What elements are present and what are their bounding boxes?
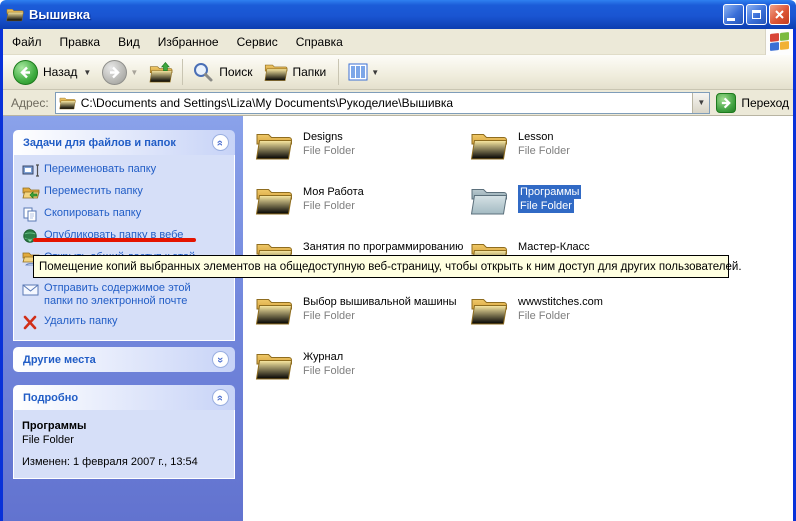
folder-item-zhurnal[interactable]: ЖурналFile Folder: [255, 350, 355, 381]
copy-folder-icon: [22, 207, 40, 222]
folder-item-programmy-selected[interactable]: ПрограммыFile Folder: [470, 185, 581, 216]
window-folder-icon: [6, 7, 24, 22]
menu-file[interactable]: Файл: [3, 31, 51, 53]
close-button[interactable]: [769, 4, 790, 25]
folder-item-designs[interactable]: DesignsFile Folder: [255, 130, 355, 161]
window-border-left: [0, 29, 3, 521]
task-copy-folder[interactable]: Скопировать папку: [22, 207, 228, 222]
file-tasks-panel: Задачи для файлов и папок » Переименоват…: [13, 130, 235, 341]
address-input[interactable]: C:\Documents and Settings\Liza\My Docume…: [55, 92, 711, 114]
delete-icon: [22, 315, 40, 330]
folder-icon: [470, 130, 508, 161]
standard-toolbar: Назад ▼ ▼ Поиск: [3, 55, 793, 90]
address-bar: Адрес: C:\Documents and Settings\Liza\My…: [3, 90, 793, 116]
menu-view[interactable]: Вид: [109, 31, 149, 53]
folder-item-wwwstitches[interactable]: wwwstitches.comFile Folder: [470, 295, 603, 326]
menu-tools[interactable]: Сервис: [228, 31, 287, 53]
task-move-folder[interactable]: Переместить папку: [22, 185, 228, 200]
menu-edit[interactable]: Правка: [51, 31, 110, 53]
explorer-window: Вышивка Файл Правка Вид Избранное Сервис…: [0, 0, 796, 521]
search-label: Поиск: [219, 65, 252, 79]
task-email-folder[interactable]: Отправить содержимое этой папки по элект…: [22, 282, 228, 308]
forward-button[interactable]: ▼: [98, 58, 145, 87]
tooltip-text: Помещение копий выбранных элементов на о…: [39, 261, 742, 273]
back-dropdown-icon[interactable]: ▼: [83, 68, 91, 77]
details-item-type: File Folder: [22, 434, 226, 446]
folder-icon: [255, 350, 293, 381]
address-folder-icon: [59, 96, 76, 110]
other-places-panel: Другие места »: [13, 347, 235, 372]
forward-dropdown-icon: ▼: [130, 68, 138, 77]
task-delete-folder[interactable]: Удалить папку: [22, 315, 228, 330]
go-icon: [716, 93, 736, 113]
file-tasks-header[interactable]: Задачи для файлов и папок »: [13, 130, 235, 155]
close-icon: [774, 9, 785, 20]
folders-icon: [264, 62, 288, 82]
folder-item-vybor-mashiny[interactable]: Выбор вышивальной машиныFile Folder: [255, 295, 457, 326]
windows-logo: [765, 29, 793, 55]
annotation-red-underline: [33, 238, 196, 242]
task-rename-folder[interactable]: Переименовать папку: [22, 163, 228, 178]
toolbar-separator: [338, 59, 339, 85]
details-modified: Изменен: 1 февраля 2007 г., 13:54: [22, 456, 226, 468]
go-button[interactable]: Переход: [716, 93, 789, 113]
folder-icon: [255, 130, 293, 161]
address-value: C:\Documents and Settings\Liza\My Docume…: [81, 96, 453, 110]
menu-favorites[interactable]: Избранное: [149, 31, 228, 53]
rename-icon: [22, 163, 40, 178]
folder-item-moya-rabota[interactable]: Моя РаботаFile Folder: [255, 185, 364, 216]
window-title: Вышивка: [29, 7, 90, 22]
maximize-button[interactable]: [746, 4, 767, 25]
toolbar-separator: [182, 59, 183, 85]
folder-item-lesson[interactable]: LessonFile Folder: [470, 130, 570, 161]
folders-button[interactable]: Папки: [260, 60, 334, 84]
search-icon: [192, 61, 214, 83]
folder-icon: [470, 295, 508, 326]
up-button[interactable]: [145, 59, 177, 85]
folder-icon-selected: [470, 185, 508, 216]
collapse-chevron-icon[interactable]: »: [212, 389, 229, 406]
go-label: Переход: [741, 96, 789, 110]
file-tasks-title: Задачи для файлов и папок: [23, 137, 176, 149]
back-button[interactable]: Назад ▼: [9, 58, 98, 87]
views-button[interactable]: ▼: [344, 61, 386, 83]
search-button[interactable]: Поиск: [188, 59, 259, 85]
collapse-chevron-icon[interactable]: »: [212, 134, 229, 151]
minimize-button[interactable]: [723, 4, 744, 25]
expand-chevron-icon[interactable]: »: [212, 351, 229, 368]
details-panel: Подробно » Программы File Folder Изменен…: [13, 385, 235, 479]
forward-icon: [102, 60, 127, 85]
back-label: Назад: [43, 65, 77, 79]
folders-label: Папки: [293, 65, 327, 79]
views-dropdown-icon[interactable]: ▼: [371, 68, 379, 77]
up-folder-icon: [149, 61, 173, 83]
details-header[interactable]: Подробно »: [13, 385, 235, 410]
views-icon: [348, 63, 368, 81]
address-label: Адрес:: [11, 96, 49, 110]
title-bar[interactable]: Вышивка: [0, 0, 796, 29]
other-places-header[interactable]: Другие места »: [13, 347, 235, 372]
folder-icon: [255, 185, 293, 216]
back-icon: [13, 60, 38, 85]
move-folder-icon: [22, 185, 40, 200]
details-item-name: Программы: [22, 420, 226, 432]
folder-icon: [255, 295, 293, 326]
menu-help[interactable]: Справка: [287, 31, 352, 53]
publish-tooltip: Помещение копий выбранных элементов на о…: [33, 255, 729, 278]
address-dropdown-button[interactable]: ▼: [692, 93, 709, 113]
email-icon: [22, 282, 40, 297]
menu-bar: Файл Правка Вид Избранное Сервис Справка: [3, 29, 793, 55]
